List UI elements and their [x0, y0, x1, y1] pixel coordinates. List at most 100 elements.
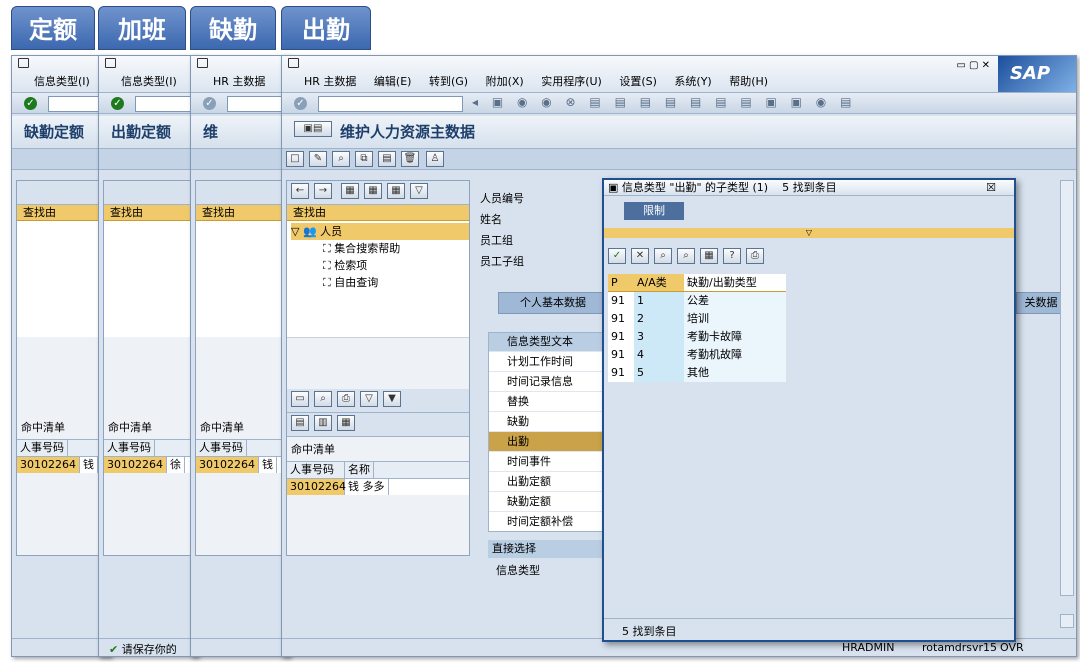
spreadsheet-icon[interactable]: ▦: [337, 415, 355, 431]
col-type: 缺勤/出勤类型: [684, 274, 786, 291]
filter-icon[interactable]: ▽: [410, 183, 428, 199]
tab-related[interactable]: 关数据: [1016, 292, 1066, 314]
tree2-icon[interactable]: ▦: [364, 183, 382, 199]
row-id[interactable]: 30102264: [17, 457, 80, 473]
col-p: P: [611, 276, 618, 289]
sort-icon[interactable]: ▼: [383, 391, 401, 407]
layout-icon[interactable]: ▭: [291, 391, 309, 407]
expand-handle[interactable]: ▽: [604, 228, 1014, 238]
tab-attendance[interactable]: 出勤: [281, 6, 371, 50]
menu-hr[interactable]: HR 主数据: [213, 73, 265, 89]
confirm-icon[interactable]: ✓: [608, 248, 626, 264]
menu-utilities[interactable]: 实用程序(U): [541, 75, 602, 88]
cancel-icon[interactable]: ✕: [631, 248, 649, 264]
command-field[interactable]: [135, 96, 195, 112]
change-icon[interactable]: ✎: [309, 151, 327, 167]
tree-icon[interactable]: ▦: [341, 183, 359, 199]
person-search-icon[interactable]: ♙: [426, 151, 444, 167]
command-field[interactable]: [318, 96, 463, 112]
back-window-1: 信息类型(I) ✓ 缺勤定额 查找由 命中清单 人事号码 30102264 钱: [11, 55, 111, 657]
menu-goto[interactable]: 转到(G): [429, 75, 468, 88]
window-icon: [18, 58, 29, 68]
window-controls[interactable]: ▭ ▢ ✕: [956, 60, 990, 71]
create-icon[interactable]: □: [286, 151, 304, 167]
subtype-row[interactable]: 91 2 培训: [608, 310, 786, 328]
find-next-icon[interactable]: ⌕: [677, 248, 695, 264]
forward-icon[interactable]: →: [314, 183, 332, 199]
infotype-item[interactable]: 时间记录信息: [489, 371, 603, 391]
menu-system[interactable]: 系统(Y): [674, 75, 711, 88]
back-icon[interactable]: ←: [291, 183, 309, 199]
infotype-item[interactable]: 时间定额补偿: [489, 511, 603, 531]
scrollbar[interactable]: [1060, 180, 1074, 596]
check-icon[interactable]: ✓: [203, 97, 216, 110]
hits-label: 命中清单: [17, 415, 103, 439]
infotype-item[interactable]: 出勤: [489, 431, 603, 451]
subtype-row[interactable]: 91 5 其他: [608, 364, 786, 382]
menu-infotype[interactable]: 信息类型(I): [121, 73, 177, 89]
subtype-row[interactable]: 91 3 考勤卡故障: [608, 328, 786, 346]
tree-icon[interactable]: ▦: [700, 248, 718, 264]
copy-icon[interactable]: ⧉: [355, 151, 373, 167]
display-icon[interactable]: ⌕: [332, 151, 350, 167]
binoculars-icon: ⛶: [323, 276, 331, 289]
check-icon[interactable]: ✓: [294, 97, 307, 110]
cell-text: 培训: [684, 310, 786, 328]
tree-root[interactable]: ▽ 👥 人员: [291, 223, 469, 240]
row-id[interactable]: 30102264: [104, 457, 167, 473]
menu-infotype[interactable]: 信息类型(I): [34, 73, 90, 89]
command-field[interactable]: [227, 96, 287, 112]
tree3-icon[interactable]: ▦: [387, 183, 405, 199]
standard-toolbar-icons[interactable]: ◂ ▣ ◉ ◉ ⊗ ▤ ▤ ▤ ▤ ▤ ▤ ▤ ▣ ▣ ◉ ▤: [472, 95, 856, 109]
label-employee-subgroup: 员工子组: [480, 255, 524, 268]
subtype-row[interactable]: 91 1 公差: [608, 292, 786, 310]
delete-icon[interactable]: 🗑: [401, 151, 419, 167]
menu-hr-master[interactable]: HR 主数据: [304, 75, 356, 88]
tree-item[interactable]: ⛶ 检索项: [291, 257, 469, 274]
infotype-item[interactable]: 出勤定额: [489, 471, 603, 491]
person-icon[interactable]: ▣▤: [294, 121, 332, 137]
tree-item[interactable]: ⛶ 自由查询: [291, 274, 469, 291]
close-icon[interactable]: ☒: [986, 180, 996, 196]
check-icon[interactable]: ✓: [24, 97, 37, 110]
tab-quota[interactable]: 定额: [11, 6, 95, 50]
hits-label: 命中清单: [287, 437, 469, 461]
list-icon[interactable]: ▤: [291, 415, 309, 431]
hit-row[interactable]: 30102264 钱 多多: [287, 479, 469, 495]
menu-help[interactable]: 帮助(H): [729, 75, 768, 88]
infotype-item[interactable]: 时间事件: [489, 451, 603, 471]
tab-overtime[interactable]: 加班: [98, 6, 186, 50]
tree-item[interactable]: ⛶ 集合搜索帮助: [291, 240, 469, 257]
menu-edit[interactable]: 编辑(E): [374, 75, 412, 88]
print-icon[interactable]: ⎙: [746, 248, 764, 264]
infotype-item[interactable]: 缺勤定额: [489, 491, 603, 511]
tab-restrict[interactable]: 限制: [624, 202, 684, 220]
col-id: 人事号码: [104, 440, 155, 456]
tab-absence[interactable]: 缺勤: [190, 6, 276, 50]
filter-icon[interactable]: ▽: [360, 391, 378, 407]
status-user: HRADMIN: [842, 641, 895, 654]
infotype-field-label: 信息类型: [496, 564, 540, 577]
export-icon[interactable]: ▥: [314, 415, 332, 431]
infotype-item[interactable]: 替换: [489, 391, 603, 411]
overview-icon[interactable]: ▤: [378, 151, 396, 167]
page-title: 维: [191, 116, 289, 146]
row-id[interactable]: 30102264: [196, 457, 259, 473]
cell-text: 公差: [684, 292, 786, 310]
menu-extras[interactable]: 附加(X): [486, 75, 524, 88]
window-icon: [288, 58, 299, 68]
back-window-3: HR 主数据 ✓ 维 查找由 命中清单 人事号码 30102264 钱: [190, 55, 290, 657]
infotype-item[interactable]: 缺勤: [489, 411, 603, 431]
find-icon[interactable]: ⌕: [314, 391, 332, 407]
subtype-row[interactable]: 91 4 考勤机故障: [608, 346, 786, 364]
help-icon[interactable]: ?: [723, 248, 741, 264]
print-icon[interactable]: ⎙: [337, 391, 355, 407]
find-icon[interactable]: ⌕: [654, 248, 672, 264]
scroll-down-icon[interactable]: [1060, 614, 1074, 628]
cell-code: 4: [634, 346, 684, 364]
check-icon[interactable]: ✓: [111, 97, 124, 110]
infotype-item[interactable]: 计划工作时间: [489, 351, 603, 371]
popup-title: 信息类型 "出勤" 的子类型 (1): [621, 181, 769, 194]
tab-personal[interactable]: 个人基本数据: [498, 292, 608, 314]
menu-settings[interactable]: 设置(S): [619, 75, 657, 88]
